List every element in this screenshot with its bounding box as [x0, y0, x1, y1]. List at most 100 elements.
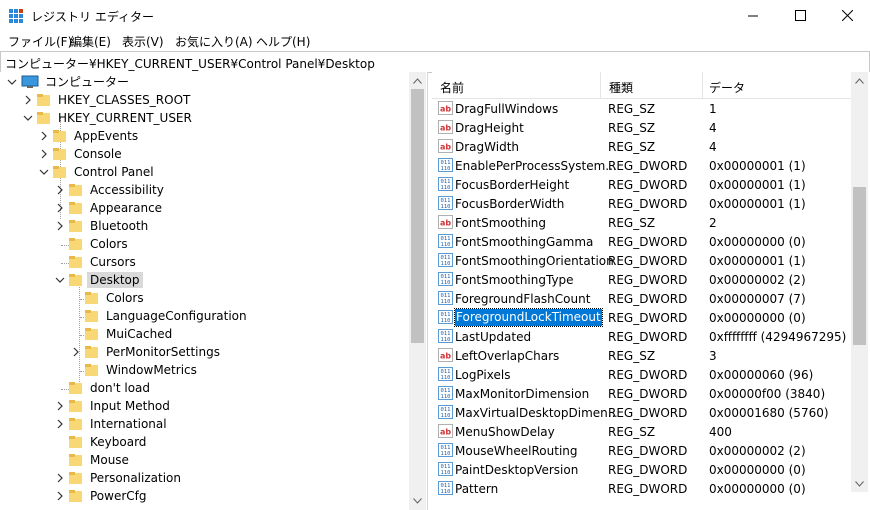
- list-scrollbar[interactable]: [851, 72, 868, 492]
- table-row[interactable]: 011 110 MouseWheelRouting REG_DWORD 0x000000…: [432, 441, 852, 460]
- column-divider[interactable]: [600, 72, 601, 98]
- tree-node-console[interactable]: Console: [38, 145, 125, 163]
- table-row[interactable]: 011 110 LogPixels REG_DWORD 0x00000060 (96): [432, 365, 852, 384]
- chevron-right-icon[interactable]: [54, 184, 66, 196]
- chevron-right-icon[interactable]: [22, 94, 34, 106]
- close-button[interactable]: [824, 0, 870, 31]
- tree-node-hkcr[interactable]: HKEY_CLASSES_ROOT: [22, 91, 193, 109]
- chevron-right-icon[interactable]: [54, 220, 66, 232]
- table-row[interactable]: 011 110 FocusBorderHeight REG_DWORD 0x000000…: [432, 175, 852, 194]
- scroll-down-arrow-icon[interactable]: [409, 492, 426, 509]
- table-row[interactable]: 011 110 FontSmoothingOrientation REG_DWORD 0…: [432, 251, 852, 270]
- value-data: 400: [709, 425, 732, 439]
- table-row[interactable]: ab DragWidth REG_SZ 4: [432, 137, 852, 156]
- value-data: 0x00000000 (0): [709, 235, 806, 249]
- tree-node-personalization[interactable]: Personalization: [54, 469, 184, 487]
- address-bar[interactable]: コンピューター¥HKEY_CURRENT_USER¥Control Panel¥…: [0, 51, 870, 73]
- tree-node-accessibility[interactable]: Accessibility: [54, 181, 167, 199]
- table-row[interactable]: 011 110 PaintDesktopVersion REG_DWORD 0x0000…: [432, 460, 852, 479]
- chevron-right-icon[interactable]: [70, 346, 82, 358]
- value-type: REG_DWORD: [608, 482, 688, 496]
- key-tree[interactable]: コンピューター HKEY_CLASSES_ROOT HKEY_CURRENT_U…: [0, 72, 428, 510]
- tree-node-language-configuration[interactable]: LanguageConfiguration: [70, 307, 250, 325]
- tree-label: PerMonitorSettings: [106, 345, 220, 359]
- table-row[interactable]: 011 110 EnablePerProcessSystem... REG_DWORD…: [432, 156, 852, 175]
- chevron-right-icon[interactable]: [54, 418, 66, 430]
- table-row[interactable]: ab MenuShowDelay REG_SZ 400: [432, 422, 852, 441]
- svg-text:ab: ab: [440, 428, 451, 437]
- tree-node-muicached[interactable]: MuiCached: [70, 325, 175, 343]
- tree-node-permonitorsettings[interactable]: PerMonitorSettings: [70, 343, 223, 361]
- tree-scrollbar[interactable]: [409, 72, 426, 510]
- tree-scroll-thumb[interactable]: [411, 89, 424, 343]
- minimize-button[interactable]: [730, 0, 776, 31]
- menu-favorites[interactable]: お気に入り(A): [175, 33, 253, 50]
- table-row[interactable]: ab LeftOverlapChars REG_SZ 3: [432, 346, 852, 365]
- value-name: MenuShowDelay: [455, 425, 555, 439]
- value-name: DragFullWindows: [455, 102, 559, 116]
- chevron-right-icon[interactable]: [54, 202, 66, 214]
- scroll-up-arrow-icon[interactable]: [851, 72, 868, 89]
- table-row[interactable]: ab DragFullWindows REG_SZ 1: [432, 99, 852, 118]
- address-path[interactable]: コンピューター¥HKEY_CURRENT_USER¥Control Panel¥…: [5, 55, 375, 72]
- table-row[interactable]: 011 110 LastUpdated REG_DWORD 0xffffffff (42…: [432, 327, 852, 346]
- maximize-button[interactable]: [777, 0, 823, 31]
- value-data: 0x00000000 (0): [709, 311, 806, 325]
- table-row[interactable]: 011 110 MaxVirtualDesktopDimen... REG_DWORD…: [432, 403, 852, 422]
- menu-view[interactable]: 表示(V): [122, 33, 164, 50]
- tree-node-colors[interactable]: Colors: [54, 235, 131, 253]
- list-scroll-thumb[interactable]: [853, 187, 866, 345]
- table-row[interactable]: 011 110 Pattern REG_DWORD 0x00000000 (0): [432, 479, 852, 498]
- table-row[interactable]: ab FontSmoothing REG_SZ 2: [432, 213, 852, 232]
- folder-icon: [85, 364, 98, 376]
- chevron-down-icon[interactable]: [54, 274, 66, 286]
- tree-node-desktop[interactable]: Desktop: [54, 271, 143, 289]
- value-type: REG_SZ: [608, 121, 656, 135]
- table-row[interactable]: 011 110 FontSmoothingGamma REG_DWORD 0x00000…: [432, 232, 852, 251]
- tree-node-desktop-colors[interactable]: Colors: [70, 289, 147, 307]
- table-row[interactable]: 011 110 MaxMonitorDimension REG_DWORD 0x0000…: [432, 384, 852, 403]
- menu-help[interactable]: ヘルプ(H): [256, 33, 310, 50]
- binary-value-icon: 011110: [438, 405, 453, 419]
- value-type: REG_SZ: [608, 216, 656, 230]
- chevron-down-icon[interactable]: [22, 112, 34, 124]
- tree-node-powercfg[interactable]: PowerCfg: [54, 487, 150, 505]
- table-row[interactable]: 011 110 ForegroundLockTimeout REG_DWORD 0x00…: [432, 308, 852, 327]
- chevron-right-icon[interactable]: [54, 472, 66, 484]
- chevron-right-icon[interactable]: [38, 130, 50, 142]
- value-type: REG_SZ: [608, 349, 656, 363]
- tree-node-mouse[interactable]: Mouse: [54, 451, 132, 469]
- table-row[interactable]: 011 110 FocusBorderWidth REG_DWORD 0x0000000…: [432, 194, 852, 213]
- chevron-right-icon[interactable]: [54, 400, 66, 412]
- folder-icon: [37, 94, 50, 106]
- column-header-data[interactable]: データ: [709, 79, 745, 96]
- tree-node-input-method[interactable]: Input Method: [54, 397, 173, 415]
- tree-node-computer[interactable]: コンピューター: [6, 73, 132, 91]
- tree-node-appearance[interactable]: Appearance: [54, 199, 165, 217]
- scroll-down-arrow-icon[interactable]: [851, 475, 868, 492]
- tree-node-bluetooth[interactable]: Bluetooth: [54, 217, 151, 235]
- tree-node-cursors[interactable]: Cursors: [54, 253, 139, 271]
- menu-edit[interactable]: 編集(E): [70, 33, 111, 50]
- column-divider[interactable]: [702, 72, 703, 98]
- value-list[interactable]: 名前 種類 データ ab DragFullWindows REG_SZ 1 ab Drag…: [432, 72, 870, 510]
- table-row[interactable]: 011 110 FontSmoothingType REG_DWORD 0x000000…: [432, 270, 852, 289]
- chevron-right-icon[interactable]: [38, 148, 50, 160]
- column-header-type[interactable]: 種類: [609, 79, 633, 96]
- table-row[interactable]: 011 110 ForegroundFlashCount REG_DWORD 0x000…: [432, 289, 852, 308]
- scroll-up-arrow-icon[interactable]: [409, 72, 426, 89]
- column-header-name[interactable]: 名前: [440, 79, 464, 96]
- menu-file[interactable]: ファイル(F): [8, 33, 72, 50]
- table-row[interactable]: ab DragHeight REG_SZ 4: [432, 118, 852, 137]
- tree-node-hkcu[interactable]: HKEY_CURRENT_USER: [22, 109, 195, 127]
- tree-node-control-panel[interactable]: Control Panel: [38, 163, 157, 181]
- tree-node-windowmetrics[interactable]: WindowMetrics: [70, 361, 200, 379]
- tree-node-international[interactable]: International: [54, 415, 170, 433]
- chevron-down-icon[interactable]: [6, 76, 18, 88]
- tree-node-keyboard[interactable]: Keyboard: [54, 433, 149, 451]
- chevron-right-icon[interactable]: [54, 490, 66, 502]
- tree-node-dont-load[interactable]: don't load: [54, 379, 153, 397]
- chevron-down-icon[interactable]: [38, 166, 50, 178]
- tree-node-appevents[interactable]: AppEvents: [38, 127, 141, 145]
- tree-label: Colors: [106, 291, 144, 305]
